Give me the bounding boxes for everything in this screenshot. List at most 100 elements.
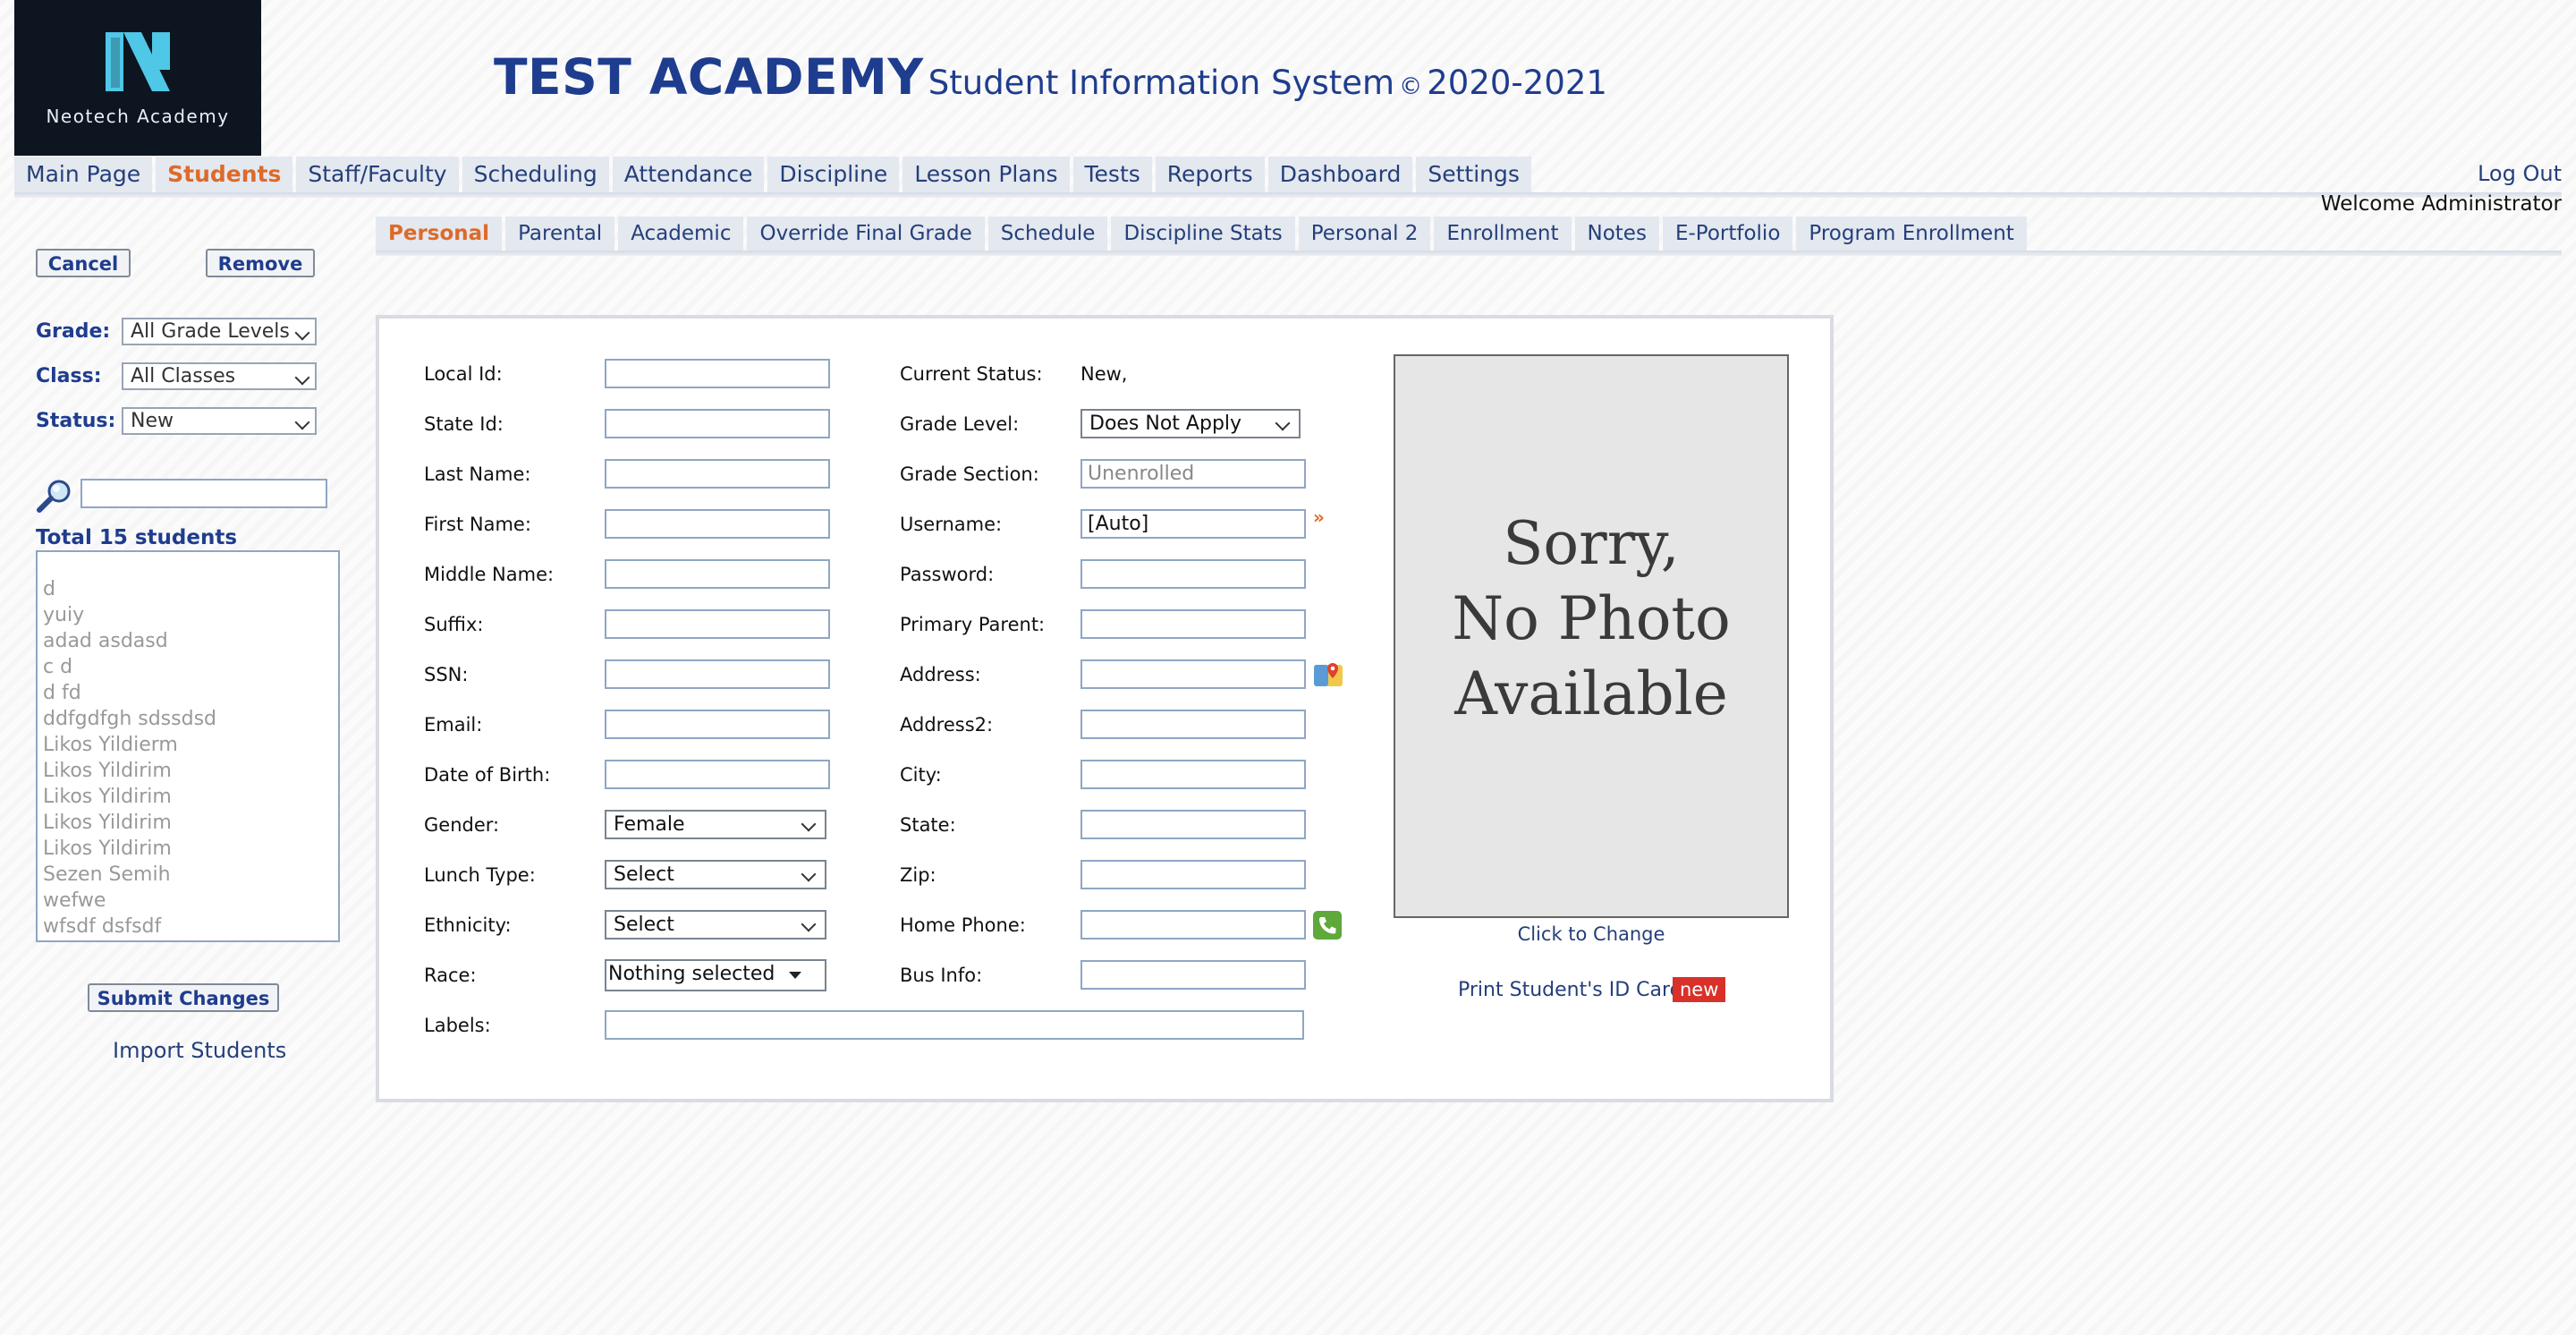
list-item[interactable]: wefwe	[43, 889, 106, 912]
primary-parent-field[interactable]	[1080, 609, 1306, 639]
logout-link[interactable]: Log Out	[2478, 161, 2562, 186]
no-photo-placeholder: Sorry, No Photo Available	[1395, 506, 1787, 732]
student-photo[interactable]: Sorry, No Photo Available	[1394, 354, 1789, 918]
list-item[interactable]: d fd	[43, 682, 81, 704]
address-field[interactable]	[1080, 659, 1306, 689]
tab-parental[interactable]: Parental	[505, 217, 615, 251]
suffix-label: Suffix:	[424, 614, 484, 635]
list-item[interactable]: adad asdasd	[43, 630, 168, 652]
list-item[interactable]: Likos Yildirim	[43, 838, 172, 860]
labels-field[interactable]	[605, 1010, 1304, 1040]
tab-personal-2[interactable]: Personal 2	[1298, 217, 1431, 251]
list-item[interactable]: ddfgdfgh sdssdsd	[43, 708, 216, 730]
date-of-birth-field[interactable]	[605, 760, 830, 789]
tab-override-final-grade[interactable]: Override Final Grade	[747, 217, 985, 251]
tab-academic[interactable]: Academic	[618, 217, 744, 251]
email-field[interactable]	[605, 710, 830, 739]
first-name-field[interactable]	[605, 509, 830, 539]
state-id-label: State Id:	[424, 413, 504, 435]
print-id-card-link[interactable]: Print Student's ID Card	[1458, 979, 1682, 1001]
list-item[interactable]: Sezen Semih	[43, 863, 171, 886]
tab-program-enrollment[interactable]: Program Enrollment	[1796, 217, 2027, 251]
last-name-field[interactable]	[605, 459, 830, 489]
address-label: Address:	[900, 664, 981, 685]
home-phone-field[interactable]	[1080, 910, 1306, 940]
student-search-input[interactable]	[80, 479, 327, 508]
nav-settings[interactable]: Settings	[1416, 157, 1531, 192]
copyright-symbol: ©	[1399, 73, 1423, 100]
list-item[interactable]: d	[43, 578, 55, 600]
nav-staff-faculty[interactable]: Staff/Faculty	[296, 157, 459, 192]
tab-discipline-stats[interactable]: Discipline Stats	[1111, 217, 1295, 251]
import-students-link[interactable]: Import Students	[113, 1038, 286, 1063]
school-logo: Neotech Academy	[14, 0, 261, 156]
list-item[interactable]: Likos Yildirim	[43, 812, 172, 834]
ssn-label: SSN:	[424, 664, 469, 685]
primary-parent-label: Primary Parent:	[900, 614, 1046, 635]
tab-notes[interactable]: Notes	[1574, 217, 1659, 251]
cancel-button[interactable]: Cancel	[36, 249, 131, 277]
list-item[interactable]: c d	[43, 656, 72, 678]
password-label: Password:	[900, 564, 995, 585]
nav-attendance[interactable]: Attendance	[612, 157, 765, 192]
total-students: Total 15 students	[36, 526, 238, 549]
list-item[interactable]: Likos Yildirim	[43, 760, 172, 782]
grade-level-select[interactable]: Does Not Apply	[1080, 409, 1301, 438]
list-item[interactable]: Likos Yildierm	[43, 734, 178, 756]
city-field[interactable]	[1080, 760, 1306, 789]
map-pin-icon[interactable]	[1313, 661, 1343, 692]
tab-e-portfolio[interactable]: E-Portfolio	[1662, 217, 1793, 251]
nav-students[interactable]: Students	[156, 157, 293, 192]
grade-filter-select[interactable]: All Grade Levels	[122, 318, 317, 345]
zip-field[interactable]	[1080, 860, 1306, 889]
ssn-field[interactable]	[605, 659, 830, 689]
nav-dashboard[interactable]: Dashboard	[1267, 157, 1413, 192]
city-label: City:	[900, 764, 942, 786]
search-icon[interactable]	[36, 478, 73, 517]
status-filter-select[interactable]: New	[122, 407, 317, 435]
local-id-field[interactable]	[605, 359, 830, 388]
grade-section-field[interactable]: Unenrolled	[1080, 459, 1306, 489]
nav-lesson-plans[interactable]: Lesson Plans	[902, 157, 1070, 192]
phone-icon[interactable]	[1313, 911, 1342, 943]
state-id-field[interactable]	[605, 409, 830, 438]
remove-button[interactable]: Remove	[206, 249, 315, 277]
list-item[interactable]: wfsdf dsfsdf	[43, 915, 161, 938]
submit-changes-button[interactable]: Submit Changes	[88, 983, 279, 1012]
change-photo-link[interactable]: Click to Change	[1394, 923, 1789, 945]
tab-enrollment[interactable]: Enrollment	[1434, 217, 1572, 251]
class-filter-value: All Classes	[131, 365, 236, 387]
class-filter-select[interactable]: All Classes	[122, 362, 317, 390]
address2-field[interactable]	[1080, 710, 1306, 739]
state-field[interactable]	[1080, 810, 1306, 839]
password-field[interactable]	[1080, 559, 1306, 589]
system-name: Student Information System	[928, 64, 1395, 102]
student-list[interactable]: d yuiy adad asdasd c d d fd ddfgdfgh sds…	[36, 550, 340, 942]
tab-personal[interactable]: Personal	[376, 217, 503, 251]
gender-select[interactable]: Female	[605, 810, 826, 839]
logo-text: Neotech Academy	[46, 106, 230, 127]
list-item[interactable]: yuiy	[43, 604, 84, 626]
race-multiselect[interactable]: Nothing selected	[605, 959, 826, 991]
nav-scheduling[interactable]: Scheduling	[462, 157, 609, 192]
ethnicity-select[interactable]: Select	[605, 910, 826, 940]
chevron-down-icon	[1275, 415, 1291, 431]
double-chevron-right-icon[interactable]: »	[1313, 506, 1325, 528]
no-photo-line-1: Sorry,	[1503, 509, 1680, 578]
nav-reports[interactable]: Reports	[1155, 157, 1265, 192]
date-of-birth-label: Date of Birth:	[424, 764, 551, 786]
suffix-field[interactable]	[605, 609, 830, 639]
nav-tests[interactable]: Tests	[1072, 157, 1152, 192]
middle-name-field[interactable]	[605, 559, 830, 589]
class-filter-label: Class:	[36, 365, 102, 387]
ethnicity-label: Ethnicity:	[424, 914, 512, 936]
username-field[interactable]: [Auto]	[1080, 509, 1306, 539]
bus-info-field[interactable]	[1080, 960, 1306, 990]
nav-main-page[interactable]: Main Page	[14, 157, 153, 192]
school-name: TEST ACADEMY	[494, 48, 924, 106]
list-item[interactable]: Likos Yildirim	[43, 786, 172, 808]
lunch-type-select[interactable]: Select	[605, 860, 826, 889]
grade-section-label: Grade Section:	[900, 463, 1039, 485]
tab-schedule[interactable]: Schedule	[987, 217, 1108, 251]
nav-discipline[interactable]: Discipline	[767, 157, 900, 192]
